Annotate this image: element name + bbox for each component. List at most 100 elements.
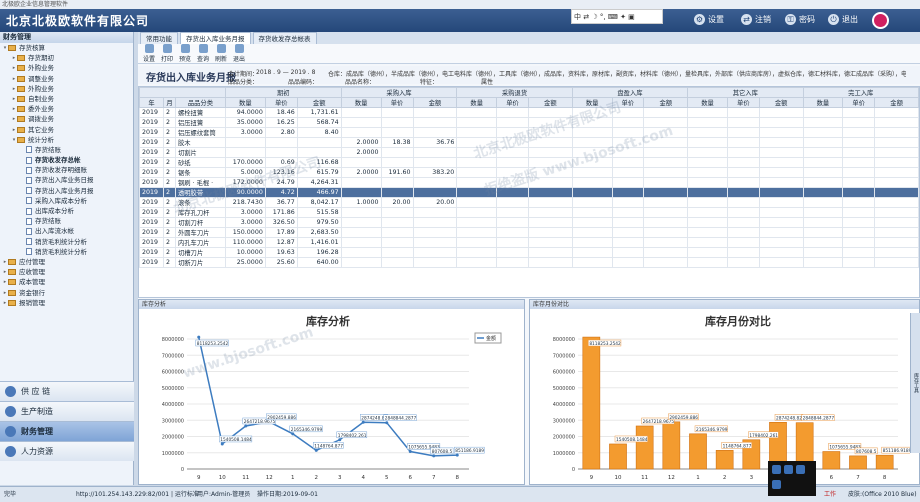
bar[interactable] [822,451,841,470]
table-column-header[interactable]: 数量 [456,97,498,108]
tree-item[interactable]: 存货出入库业务月报 [0,186,133,196]
table-row[interactable]: 2019 2 螺栓扭簧 94.0000 18.46 1,731.61 [139,107,919,118]
logout-button[interactable]: ⇄ 注销 [741,14,771,25]
password-button[interactable]: ⚿ 密码 [785,14,815,25]
bar[interactable] [662,421,681,470]
table-column-header[interactable]: 单价 [380,97,414,108]
bar[interactable] [689,433,707,470]
tree-item[interactable]: 销货毛利统计分析 [0,247,133,257]
tree-item[interactable]: ▸ 应付管理 [0,257,133,267]
table-column-header[interactable]: 金额 [412,97,458,108]
bar[interactable] [609,443,627,470]
tree-item[interactable]: ▾ 统计分析 [0,135,133,145]
tree-item[interactable]: ▸ 委外业务 [0,104,133,114]
tab[interactable]: 存货出入库业务月报 [180,32,251,44]
toolbar-button[interactable]: 预览 [178,44,192,63]
table-column-header[interactable]: 单价 [726,97,760,108]
table-column-header[interactable]: 单价 [611,97,645,108]
tree-item[interactable]: 存货出入库业务日报 [0,175,133,185]
bar[interactable] [715,450,734,470]
bar[interactable] [875,454,894,470]
bar[interactable] [849,455,867,470]
tree-item[interactable]: 存货收发存明细账 [0,165,133,175]
table-column-header[interactable]: 金额 [758,97,804,108]
table-column-header[interactable]: 年 [139,97,164,108]
table-column-header[interactable]: 月 [162,97,176,108]
table-column-header[interactable]: 金额 [874,97,919,108]
tree-item[interactable]: 存货结账 [0,145,133,155]
tray-icon[interactable] [772,465,781,474]
tray-icon[interactable] [772,480,781,489]
tab[interactable]: 存货收发存总帐表 [252,32,317,44]
tree-item[interactable]: ▸ 调拨业务 [0,114,133,124]
toolbar-button[interactable]: 退出 [232,44,246,63]
table-column-header[interactable]: 数量 [687,97,728,108]
table-row[interactable]: 2019 2 内孔车刀片 110.0000 12.87 1,416.01 [139,237,919,248]
exit-button[interactable]: ⏻ 退出 [828,14,858,25]
table-row[interactable]: 2019 2 胶木 2.0000 18.38 36.76 [139,137,919,148]
tree-item[interactable]: 销货毛利统计分析 [0,237,133,247]
tree-item[interactable]: 出入库流水帐 [0,226,133,236]
toolbar-button[interactable]: 设置 [142,44,156,63]
table-cell: 2 [162,197,176,208]
ime-toolbar[interactable]: 中 ⇄ ☽ °, ⌨ ✦ ▣ [571,9,663,24]
tree-item[interactable]: ▸ 成本管理 [0,277,133,287]
tree-item[interactable]: ▸ 调整业务 [0,74,133,84]
table-column-header[interactable]: 数量 [224,97,266,108]
system-tray-popup[interactable] [768,461,816,496]
module-button[interactable]: 人力资源 [0,441,134,461]
toolbar-button[interactable]: 查询 [196,44,210,63]
table-row[interactable]: 2019 2 砂纸 170.0000 0.69 116.68 [139,157,919,168]
toolbar-button[interactable]: 刷新 [214,44,228,63]
tab[interactable]: 常用功能 [140,32,178,44]
table-row[interactable]: 2019 2 铝压扭簧 35.0000 16.25 568.74 [139,117,919,128]
module-button[interactable]: 财务管理 [0,421,134,441]
report-grid[interactable]: 期初 采购入库 采购退货 盘盈入库 其它入库 完工入库年月品品分类 数量 单价 金额 数量 单价 金额… [138,86,920,298]
tree-item[interactable]: 采购入库成本分析 [0,196,133,206]
table-row[interactable]: 2019 2 钢刷 · 毛棍 · 172.0000 24.79 4,264.31 [139,177,919,188]
settings-button[interactable]: ⚙ 设置 [694,14,724,25]
table-column-header[interactable]: 数量 [571,97,613,108]
tree-item[interactable]: ▸ 应收管理 [0,267,133,277]
table-row[interactable]: 2019 2 切断刀片 25.0000 25.60 640.00 [139,257,919,268]
tray-icon[interactable] [796,465,805,474]
tree-item[interactable]: ▸ 其它业务 [0,125,133,135]
tree-item[interactable]: 出库成本分析 [0,206,133,216]
tree-item[interactable]: ▾ 存货核算 [0,43,133,53]
tree-item[interactable]: ▸ 外购业务 [0,84,133,94]
bar[interactable] [635,425,654,470]
table-column-header[interactable]: 数量 [802,97,844,108]
data-point[interactable] [197,335,201,339]
table-row[interactable]: 2019 2 滚条 218.7430 36.77 8,042.17 1.0000 20.00 2… [139,197,919,208]
tree-item[interactable]: ▸ 外购业务 [0,63,133,73]
table-row[interactable]: 2019 2 切割片 2.0000 [139,147,919,158]
table-column-header[interactable]: 金额 [527,97,573,108]
user-avatar[interactable] [872,12,889,29]
table-column-header[interactable]: 金额 [296,97,342,108]
table-column-header[interactable]: 单价 [264,97,298,108]
table-row[interactable]: 2019 2 库存孔刀杆 3.0000 171.86 515.58 [139,207,919,218]
table-row[interactable]: 2019 2 锯条 5.0000 123.16 615.79 2.0000 191.60 383… [139,167,919,178]
tree-item[interactable]: ▸ 存货期初 [0,53,133,63]
module-button[interactable]: 生产制造 [0,401,134,421]
tree-item[interactable]: ▸ 自制业务 [0,94,133,104]
toolbar-button[interactable]: 打印 [160,44,174,63]
table-column-header[interactable]: 金额 [643,97,689,108]
table-column-header[interactable]: 品品分类 [174,97,226,108]
tree-item[interactable]: ▸ 资金银行 [0,288,133,298]
table-row[interactable]: 2019 2 切割刀杆 3.0000 326.50 979.50 [139,217,919,228]
module-button[interactable]: 供 应 链 [0,381,134,401]
table-row[interactable]: 2019 2 铝压螺纹套筒 3.0000 2.80 8.40 [139,127,919,138]
table-column-header[interactable]: 单价 [496,97,529,108]
table-column-header[interactable]: 数量 [340,97,382,108]
table-row[interactable]: 2019 2 切槽刀片 10.0000 19.63 196.28 [139,247,919,258]
tree-item[interactable]: 存货结账 [0,216,133,226]
table-row[interactable]: 2019 2 透明胶带 90.0000 4.72 466.97 [139,187,919,198]
tray-icon[interactable] [784,465,793,474]
tree-item[interactable]: ▸ 报销管理 [0,298,133,308]
tree-item[interactable]: 存货收发存总帐 [0,155,133,165]
table-column-header[interactable]: 单价 [842,97,876,108]
table-row[interactable]: 2019 2 外圆车刀片 150.0000 17.89 2,683.50 [139,227,919,238]
bar[interactable] [582,336,601,470]
side-tool-strip[interactable]: 库存工具 [910,313,920,453]
